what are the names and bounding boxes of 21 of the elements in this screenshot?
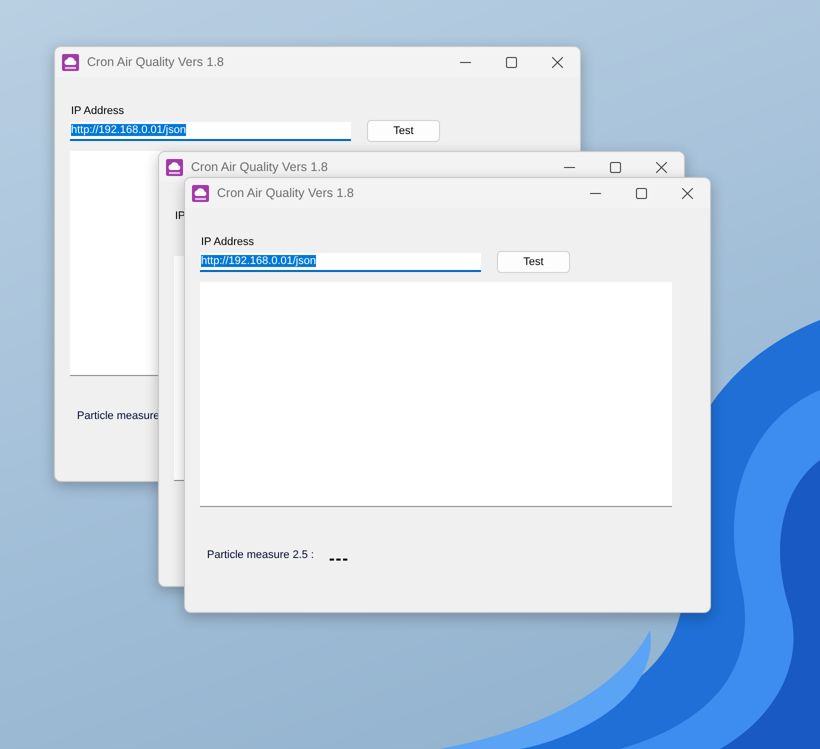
maximize-icon	[636, 188, 646, 198]
particle-measure-label: Particle measure	[77, 410, 160, 422]
particle-measure-label: Particle measure 2.5 :	[207, 549, 314, 561]
close-icon	[682, 188, 692, 198]
close-icon	[552, 56, 562, 68]
window-title: Cron Air Quality Vers 1.8	[217, 186, 355, 200]
app-cloud-icon	[166, 158, 183, 176]
particle-reading: ---	[329, 549, 349, 569]
ip-address-label: IP Address	[71, 105, 125, 119]
url-field[interactable]: http://192.168.0.01/json	[200, 252, 481, 272]
maximize-icon	[610, 162, 620, 172]
close-icon	[656, 162, 666, 172]
ip-address-label: IP Address	[201, 236, 255, 250]
window-title: Cron Air Quality Vers 1.8	[191, 160, 329, 174]
window-title: Cron Air Quality Vers 1.8	[87, 55, 225, 69]
test-button[interactable]: Test	[367, 120, 440, 142]
test-button[interactable]: Test	[497, 251, 570, 273]
app-cloud-icon	[62, 54, 79, 70]
maximize-icon	[506, 56, 516, 68]
app-cloud-icon	[192, 184, 209, 202]
url-field[interactable]: http://192.168.0.01/json	[70, 122, 351, 140]
